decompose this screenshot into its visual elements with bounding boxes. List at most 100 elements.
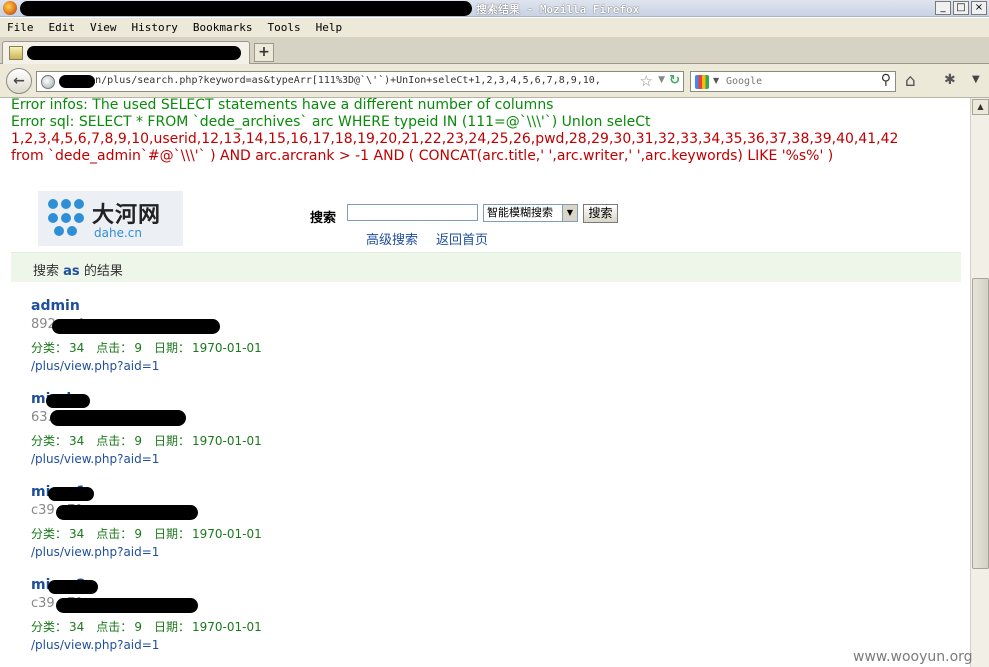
tab-strip: + bbox=[0, 38, 989, 64]
logo-text-cn: 大河网 bbox=[92, 203, 162, 228]
error-sql-line-1: Error sql: SELECT * FROM `dede_archives`… bbox=[11, 114, 651, 130]
redaction-mark bbox=[46, 394, 90, 408]
date-value: 1970-01-01 bbox=[191, 620, 262, 634]
url-text: dahe.cn/plus/search.php?keyword=as&typeA… bbox=[59, 75, 601, 86]
star-icon[interactable]: ☆ bbox=[640, 72, 653, 90]
category-label: 分类： bbox=[31, 620, 68, 634]
search-mode-value: 智能模糊搜索 bbox=[487, 206, 553, 219]
result-url[interactable]: /plus/view.php?aid=1 bbox=[31, 359, 431, 373]
date-value: 1970-01-01 bbox=[191, 341, 262, 355]
window-controls: _ □ × bbox=[935, 1, 987, 15]
result-meta: 分类： 34 点击： 9 日期： 1970-01-01 bbox=[31, 525, 431, 543]
result-header: 搜索 as 的结果 bbox=[11, 252, 961, 282]
category-label: 分类： bbox=[31, 434, 68, 448]
tab-active[interactable] bbox=[2, 41, 250, 64]
google-logo-icon[interactable] bbox=[695, 75, 709, 89]
result-meta: 分类： 34 点击： 9 日期： 1970-01-01 bbox=[31, 618, 431, 636]
addon-icon[interactable]: ✱ bbox=[944, 72, 956, 88]
url-dropdown-icon[interactable]: ▼ bbox=[658, 75, 665, 85]
watermark: www.wooyun.org bbox=[853, 649, 973, 665]
menu-file[interactable]: File bbox=[7, 21, 34, 34]
date-label: 日期： bbox=[153, 341, 190, 355]
redaction-mark bbox=[50, 410, 186, 426]
logo-dots-icon bbox=[48, 199, 84, 237]
clicks-label: 点击： bbox=[96, 434, 133, 448]
close-button[interactable]: × bbox=[971, 1, 987, 15]
select-arrow-icon[interactable]: ▼ bbox=[562, 205, 577, 221]
home-icon[interactable]: ⌂ bbox=[905, 71, 916, 91]
redaction-mark bbox=[20, 1, 472, 16]
clicks-value: 9 bbox=[134, 341, 142, 355]
category-value: 34 bbox=[69, 620, 85, 634]
result-meta: 分类： 34 点击： 9 日期： 1970-01-01 bbox=[31, 339, 431, 357]
search-button[interactable]: 搜索 bbox=[583, 204, 618, 223]
search-input[interactable] bbox=[347, 204, 478, 221]
search-label: 搜索 bbox=[310, 211, 337, 226]
site-logo[interactable]: 大河网 dahe.cn bbox=[38, 191, 183, 246]
category-label: 分类： bbox=[31, 527, 68, 541]
result-url[interactable]: /plus/view.php?aid=1 bbox=[31, 452, 431, 466]
error-sql-line-2: 1,2,3,4,5,6,7,8,9,10,userid,12,13,14,15,… bbox=[11, 131, 899, 147]
result-title[interactable]: mi...lu bbox=[31, 391, 431, 409]
menu-help[interactable]: Help bbox=[316, 21, 343, 34]
search-bar[interactable]: ▼ Google ⚲ bbox=[690, 71, 896, 92]
magnifier-icon[interactable]: ⚲ bbox=[881, 72, 891, 88]
error-sql-line-3: from `dede_admin`#@`\\\'` ) AND arc.arcr… bbox=[11, 148, 834, 164]
menu-tools[interactable]: Tools bbox=[267, 21, 300, 34]
date-value: 1970-01-01 bbox=[191, 527, 262, 541]
scroll-up-arrow-icon[interactable]: ▲ bbox=[972, 99, 989, 115]
result-header-text: 搜索 as 的结果 bbox=[33, 260, 123, 279]
menu-history[interactable]: History bbox=[132, 21, 178, 34]
window-title: 搜索结果 - Mozilla Firefox bbox=[476, 3, 640, 16]
category-value: 34 bbox=[69, 434, 85, 448]
clicks-label: 点击： bbox=[96, 527, 133, 541]
advanced-search-link[interactable]: 高级搜索 bbox=[366, 229, 418, 248]
redaction-mark bbox=[59, 75, 95, 88]
maximize-button[interactable]: □ bbox=[953, 1, 969, 15]
title-bar: 搜索结果 - Mozilla Firefox _ □ × bbox=[0, 0, 989, 17]
minimize-button[interactable]: _ bbox=[935, 1, 951, 15]
engine-dropdown-icon[interactable]: ▼ bbox=[713, 76, 719, 85]
search-mode-select[interactable]: 智能模糊搜索 ▼ bbox=[483, 204, 578, 222]
result-meta: 分类： 34 点击： 9 日期： 1970-01-01 bbox=[31, 432, 431, 450]
category-value: 34 bbox=[69, 527, 85, 541]
scroll-thumb[interactable] bbox=[972, 278, 989, 569]
redaction-mark bbox=[52, 319, 220, 334]
menu-edit[interactable]: Edit bbox=[49, 21, 76, 34]
menu-bar: File Edit View History Bookmarks Tools H… bbox=[0, 18, 989, 38]
error-infos-line: Error infos: The used SELECT statements … bbox=[11, 98, 554, 113]
clicks-label: 点击： bbox=[96, 620, 133, 634]
chevron-down-icon[interactable]: ▼ bbox=[972, 74, 980, 85]
clicks-value: 9 bbox=[134, 434, 142, 448]
back-home-link[interactable]: 返回首页 bbox=[436, 229, 488, 248]
search-placeholder: Google bbox=[726, 76, 763, 87]
redaction-mark bbox=[56, 505, 198, 520]
date-label: 日期： bbox=[153, 620, 190, 634]
date-label: 日期： bbox=[153, 434, 190, 448]
clicks-value: 9 bbox=[134, 620, 142, 634]
result-item: admin 892...a4... 分类：34点击：9日期：1970-01-01… bbox=[31, 298, 431, 388]
result-url[interactable]: /plus/view.php?aid=1 bbox=[31, 545, 431, 559]
firefox-logo-icon bbox=[3, 1, 17, 15]
clicks-label: 点击： bbox=[96, 341, 133, 355]
redaction-mark bbox=[48, 487, 94, 501]
globe-icon bbox=[41, 75, 55, 89]
new-tab-button[interactable]: + bbox=[254, 43, 274, 62]
result-url[interactable]: /plus/view.php?aid=1 bbox=[31, 638, 431, 652]
menu-bookmarks[interactable]: Bookmarks bbox=[193, 21, 253, 34]
navigation-bar: ← dahe.cn/plus/search.php?keyword=as&typ… bbox=[0, 64, 989, 98]
page-content: Error infos: The used SELECT statements … bbox=[0, 98, 970, 667]
result-title[interactable]: admin bbox=[31, 298, 431, 316]
back-arrow-icon[interactable]: ← bbox=[6, 68, 32, 94]
url-bar[interactable]: dahe.cn/plus/search.php?keyword=as&typeA… bbox=[36, 71, 684, 92]
page-favicon-icon bbox=[9, 46, 23, 60]
menu-view[interactable]: View bbox=[90, 21, 117, 34]
reload-icon[interactable]: ↻ bbox=[669, 73, 680, 88]
redaction-mark bbox=[27, 46, 241, 60]
category-value: 34 bbox=[69, 341, 85, 355]
result-header-suffix: 的结果 bbox=[83, 264, 123, 279]
result-header-keyword: as bbox=[63, 264, 80, 279]
vertical-scrollbar[interactable]: ▲ bbox=[970, 98, 989, 667]
date-value: 1970-01-01 bbox=[191, 434, 262, 448]
redaction-mark bbox=[56, 598, 198, 613]
